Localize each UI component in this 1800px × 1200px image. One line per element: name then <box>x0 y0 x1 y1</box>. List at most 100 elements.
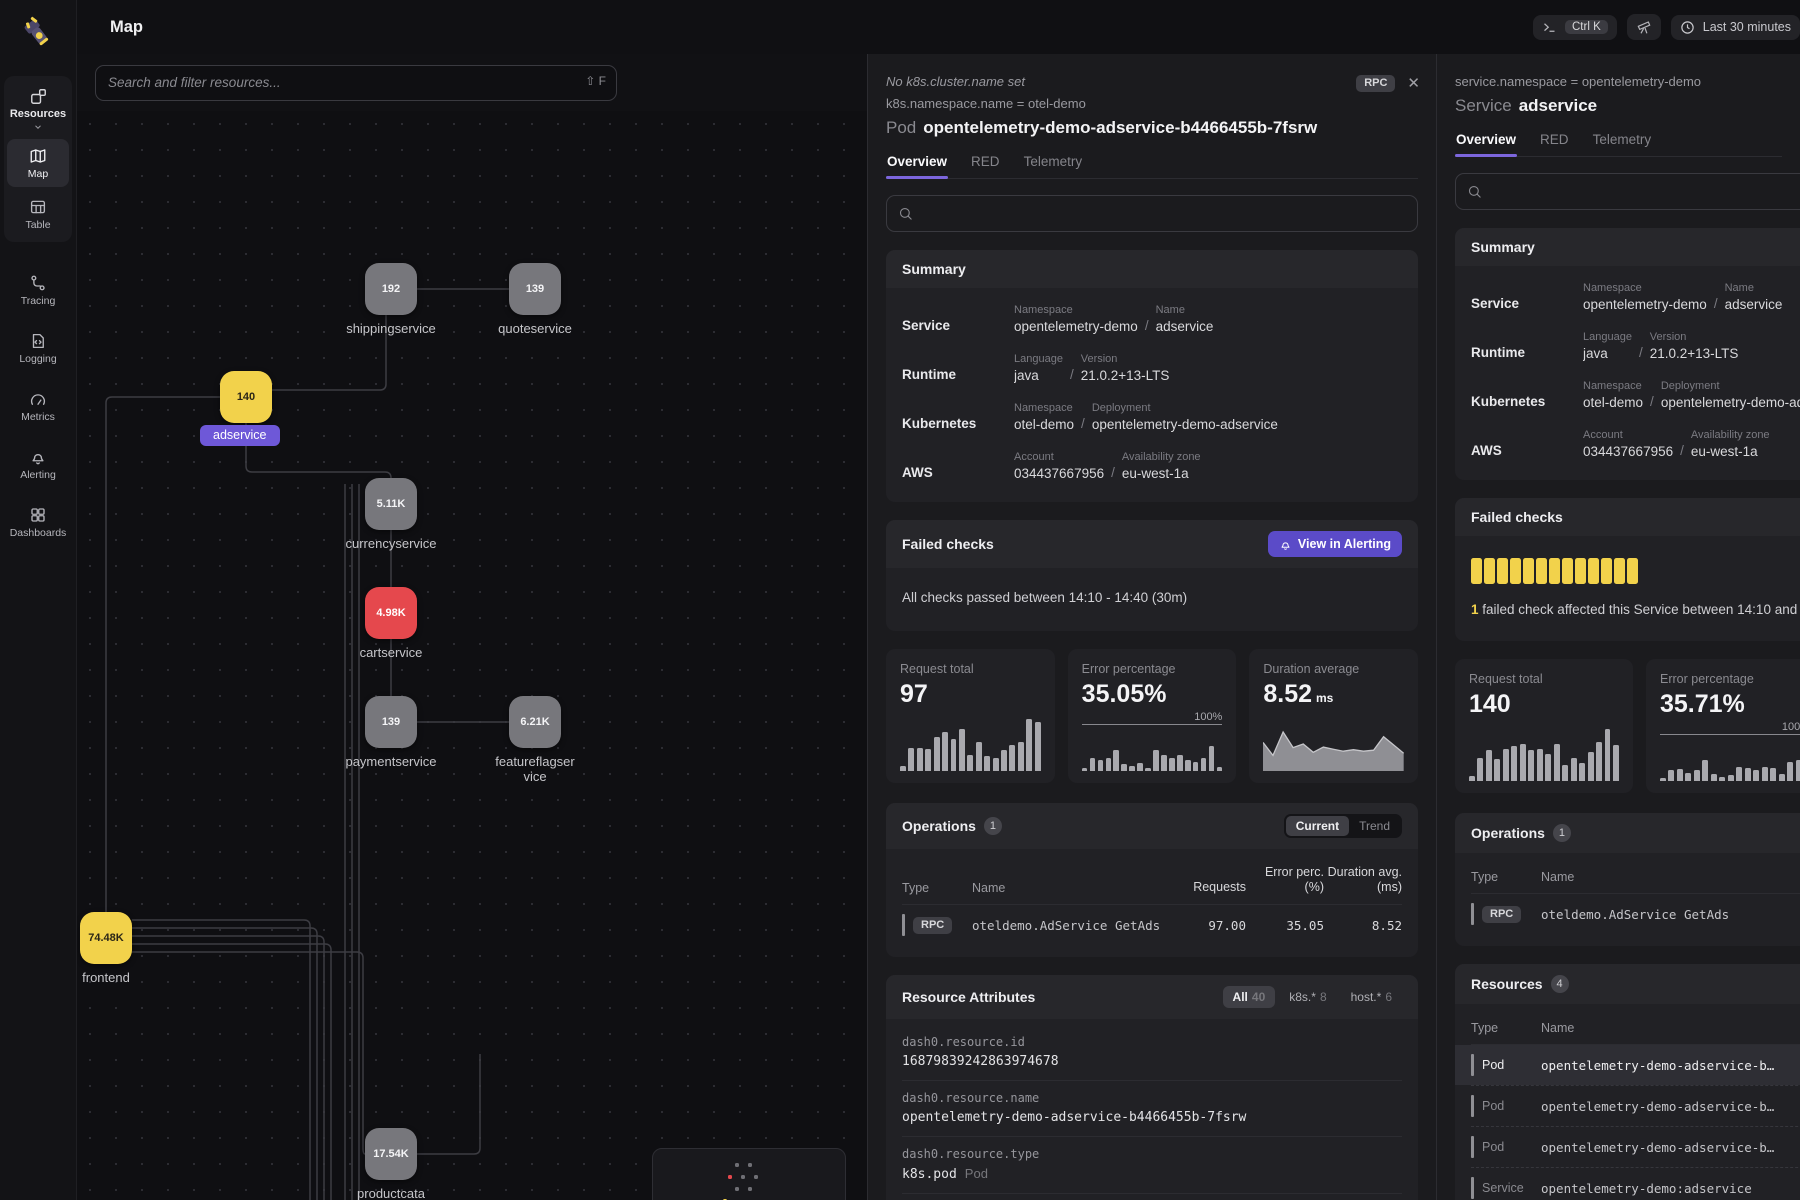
sidebar-item-metrics[interactable]: Metrics <box>4 382 72 430</box>
metric-title: Request total <box>900 662 1041 676</box>
attribute-filter-host[interactable]: host.*6 <box>1341 986 1402 1008</box>
attribute-row: dash0.resource.id16879839242863974678 <box>902 1025 1402 1080</box>
summary-field-key: Availability zone <box>1122 451 1201 463</box>
map-node-productcatalog[interactable]: 17.54K <box>365 1128 417 1180</box>
column-header: Name <box>1541 870 1785 884</box>
telescope-button[interactable] <box>1627 14 1661 40</box>
map-node-label-featureflagservice: featureflagser vice <box>470 754 600 784</box>
metric-bar-chart <box>900 719 1041 771</box>
sidebar-item-alerting[interactable]: Alerting <box>4 440 72 488</box>
pod-operations-row[interactable]: RPCoteldemo.AdService GetAds97.0035.058.… <box>902 905 1402 945</box>
pod-resource-attributes-header: Resource AttributesAll40k8s.*8host.*6 <box>886 975 1418 1019</box>
map-node-adservice[interactable]: 140 <box>220 371 272 423</box>
sidebar-item-resources[interactable]: Resources <box>7 80 69 136</box>
pod-panel-tabs: Overview RED Telemetry <box>886 154 1418 179</box>
type-badge: RPC <box>913 917 952 934</box>
chart-bar <box>1571 758 1577 781</box>
summary-field-key: Namespace <box>1014 402 1074 414</box>
chart-bar <box>1001 750 1007 771</box>
page-title: Map <box>110 18 143 37</box>
pod-panel-tab-overview[interactable]: Overview <box>886 154 948 178</box>
row-name: opentelemetry-demo-adservice-b… <box>1541 1058 1785 1073</box>
summary-field-key: Language <box>1583 331 1632 343</box>
pod-panel-tab-red[interactable]: RED <box>970 154 1001 178</box>
summary-field: Account034437667956 <box>1014 451 1104 481</box>
map-node-paymentservice[interactable]: 139 <box>365 696 417 748</box>
attribute-filter-All[interactable]: All40 <box>1223 986 1276 1008</box>
service-metric-request-total: Request total140 <box>1455 659 1633 793</box>
dash0-logo[interactable] <box>18 14 58 54</box>
table-icon <box>29 198 47 216</box>
chart-bar <box>1605 729 1611 781</box>
service-summary-card: SummaryServiceNamespaceopentelemetry-dem… <box>1455 228 1800 480</box>
summary-row-runtime: RuntimeLanguagejava/Version21.0.2+13-LTS <box>1471 321 1800 370</box>
service-resources-row[interactable]: Podopentelemetry-demo-adservice-b…43.00 <box>1471 1085 1800 1126</box>
pod-operations-header: Operations1CurrentTrend <box>886 803 1418 849</box>
map-minimap[interactable] <box>652 1148 846 1200</box>
service-resources-row[interactable]: Podopentelemetry-demo-adservice-b… <box>1471 1126 1800 1167</box>
metric-title: Error percentage <box>1660 672 1800 686</box>
map-node-label-adservice[interactable]: adservice <box>200 425 280 446</box>
chart-bar <box>1711 774 1717 781</box>
pod-panel-tab-telemetry[interactable]: Telemetry <box>1023 154 1084 178</box>
service-panel-tab-red[interactable]: RED <box>1539 132 1570 156</box>
main-region: Map Ctrl K Last 30 minu <box>77 0 1800 1200</box>
row-metric-value: 97.00 <box>1168 918 1246 933</box>
service-summary-body: ServiceNamespaceopentelemetry-demo/Namea… <box>1455 266 1800 480</box>
service-resources-row[interactable]: Serviceopentelemetry-demo:adservice <box>1471 1167 1800 1200</box>
pod-panel-search-input[interactable] <box>921 206 1406 221</box>
map-node-shippingservice[interactable]: 192 <box>365 263 417 315</box>
chart-bar <box>1209 746 1214 771</box>
failed-check-segment <box>1549 558 1560 584</box>
command-palette-button[interactable]: Ctrl K <box>1533 15 1617 40</box>
failed-check-segment <box>1510 558 1521 584</box>
service-operations-row[interactable]: RPCoteldemo.AdService GetAds140.00 <box>1471 894 1800 934</box>
row-type-cell: Pod <box>1471 1136 1541 1158</box>
service-panel-tab-telemetry[interactable]: Telemetry <box>1592 132 1653 156</box>
service-operations-header: Operations1 <box>1455 813 1800 853</box>
chart-bar <box>1545 754 1551 781</box>
service-panel-tabs: Overview RED Telemetry <box>1455 132 1782 157</box>
summary-field-value: 21.0.2+13-LTS <box>1081 368 1170 383</box>
summary-row-aws: AWSAccount034437667956/Availability zone… <box>902 441 1402 490</box>
summary-row-values: Namespaceopentelemetry-demo/Nameadservic… <box>1583 282 1782 312</box>
service-resources-row[interactable]: Podopentelemetry-demo-adservice-b…97.00 <box>1455 1045 1800 1085</box>
attribute-value: 16879839242863974678 <box>902 1054 1402 1069</box>
pod-operations-toggle-trend[interactable]: Trend <box>1349 816 1400 836</box>
pod-operations-toggle-current[interactable]: Current <box>1286 816 1349 836</box>
summary-field-value: 034437667956 <box>1014 466 1104 481</box>
filter-count: 40 <box>1252 990 1265 1004</box>
summary-field-value: adservice <box>1725 297 1783 312</box>
pod-panel-search <box>886 195 1418 232</box>
tracing-icon <box>29 274 47 292</box>
summary-field-value: opentelemetry-demo <box>1583 297 1707 312</box>
map-node-currencyservice[interactable]: 5.11K <box>365 478 417 530</box>
topbar: Map Ctrl K Last 30 minu <box>77 0 1800 54</box>
summary-row-label: Runtime <box>1471 331 1583 361</box>
summary-field: Namespaceotel-demo <box>1014 402 1074 432</box>
map-node-cartservice[interactable]: 4.98K <box>365 587 417 639</box>
service-panel-search-input[interactable] <box>1490 184 1800 199</box>
row-indicator <box>1471 1095 1474 1117</box>
sidebar-item-tracing[interactable]: Tracing <box>4 266 72 314</box>
sidebar-item-table[interactable]: Table <box>7 190 69 238</box>
sidebar-item-map[interactable]: Map <box>7 139 69 187</box>
close-icon[interactable]: ✕ <box>1407 74 1420 92</box>
field-separator: / <box>1074 416 1092 432</box>
sidebar-item-dashboards[interactable]: Dashboards <box>4 498 72 546</box>
map-node-quoteservice[interactable]: 139 <box>509 263 561 315</box>
service-filter-line: service.namespace = opentelemetry-demo <box>1455 74 1782 89</box>
metric-title: Error percentage <box>1082 662 1223 676</box>
attribute-filter-k8s[interactable]: k8s.*8 <box>1279 986 1336 1008</box>
chart-bar <box>1511 746 1517 781</box>
service-panel-tab-overview[interactable]: Overview <box>1455 132 1517 156</box>
view-in-alerting-button[interactable]: View in Alerting <box>1268 531 1402 557</box>
time-range-label: Last 30 minutes <box>1703 20 1791 34</box>
column-header: Duration avg. (ms) <box>1324 865 1402 895</box>
map-node-featureflagservice[interactable]: 6.21K <box>509 696 561 748</box>
map-node-frontend[interactable]: 74.48K <box>80 912 132 964</box>
sidebar-item-logging[interactable]: Logging <box>4 324 72 372</box>
time-range-button[interactable]: Last 30 minutes <box>1671 15 1800 40</box>
chart-bar <box>1745 768 1751 781</box>
summary-row-kubernetes: KubernetesNamespaceotel-demo/Deploymento… <box>902 392 1402 441</box>
